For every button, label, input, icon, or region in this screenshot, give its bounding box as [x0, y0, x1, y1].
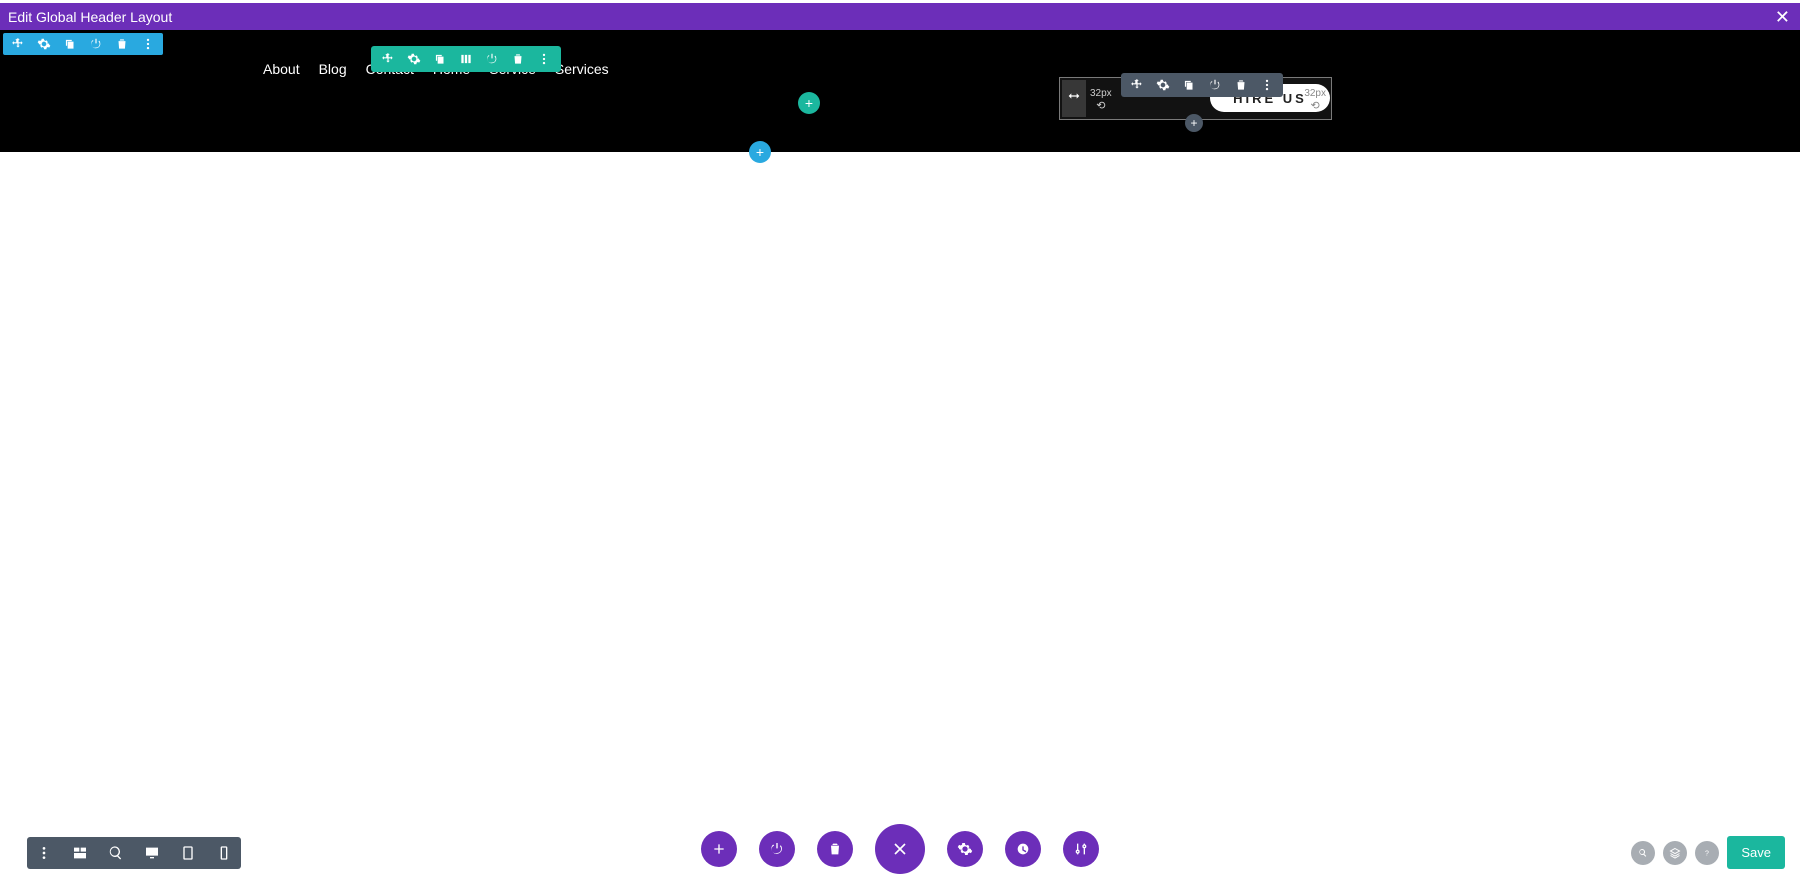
duplicate-icon[interactable]	[1182, 78, 1196, 92]
power-icon[interactable]	[1208, 78, 1222, 92]
footer-right: ? Save	[1631, 836, 1785, 869]
drag-column[interactable]	[1062, 80, 1086, 117]
move-icon[interactable]	[381, 52, 395, 66]
row-toolbar	[371, 46, 561, 72]
columns-icon[interactable]	[459, 52, 473, 66]
save-button[interactable]: Save	[1727, 836, 1785, 869]
gear-icon[interactable]	[1156, 78, 1170, 92]
module-toolbar	[1121, 73, 1283, 97]
topbar: Edit Global Header Layout ✕	[0, 3, 1800, 30]
view-toolbar	[27, 837, 241, 869]
power-icon[interactable]	[89, 37, 103, 51]
power-icon[interactable]	[485, 52, 499, 66]
move-icon[interactable]	[1130, 78, 1144, 92]
main-actions	[701, 824, 1099, 874]
add-section-button[interactable]: +	[749, 141, 771, 163]
add-row-button[interactable]: +	[798, 92, 820, 114]
add-module-button[interactable]: +	[1185, 114, 1203, 132]
trash-icon[interactable]	[115, 37, 129, 51]
resize-horizontal-icon[interactable]	[1066, 88, 1082, 109]
nav-item-about[interactable]: About	[263, 61, 300, 77]
help-button[interactable]: ?	[1695, 841, 1719, 865]
more-icon[interactable]	[35, 844, 53, 862]
search-button[interactable]	[1631, 841, 1655, 865]
more-icon[interactable]	[141, 37, 155, 51]
duplicate-icon[interactable]	[433, 52, 447, 66]
adjust-button[interactable]	[1063, 831, 1099, 867]
gear-icon[interactable]	[407, 52, 421, 66]
section-toolbar	[3, 33, 163, 55]
move-icon[interactable]	[11, 37, 25, 51]
duplicate-icon[interactable]	[63, 37, 77, 51]
add-button[interactable]	[701, 831, 737, 867]
trash-icon[interactable]	[1234, 78, 1248, 92]
zoom-icon[interactable]	[107, 844, 125, 862]
history-button[interactable]	[1005, 831, 1041, 867]
more-icon[interactable]	[537, 52, 551, 66]
link-icon: ⟲	[1090, 99, 1112, 112]
padding-left-hint: 32px⟲	[1090, 88, 1112, 112]
padding-right-hint: 32px⟲	[1304, 88, 1326, 112]
tablet-icon[interactable]	[179, 844, 197, 862]
close-builder-button[interactable]	[875, 824, 925, 874]
phone-icon[interactable]	[215, 844, 233, 862]
trash-icon[interactable]	[511, 52, 525, 66]
nav-item-services[interactable]: Services	[555, 61, 609, 77]
power-button[interactable]	[759, 831, 795, 867]
editor-title: Edit Global Header Layout	[8, 9, 172, 25]
more-icon[interactable]	[1260, 78, 1274, 92]
svg-text:?: ?	[1705, 850, 1709, 857]
settings-button[interactable]	[947, 831, 983, 867]
link-icon: ⟲	[1304, 99, 1326, 112]
canvas-area	[0, 152, 1800, 884]
wireframe-icon[interactable]	[71, 844, 89, 862]
desktop-icon[interactable]	[143, 844, 161, 862]
header-section: About Blog Contact Home Service Services…	[0, 30, 1800, 152]
trash-button[interactable]	[817, 831, 853, 867]
layers-button[interactable]	[1663, 841, 1687, 865]
close-icon[interactable]: ✕	[1775, 8, 1790, 26]
nav-item-blog[interactable]: Blog	[319, 61, 347, 77]
gear-icon[interactable]	[37, 37, 51, 51]
